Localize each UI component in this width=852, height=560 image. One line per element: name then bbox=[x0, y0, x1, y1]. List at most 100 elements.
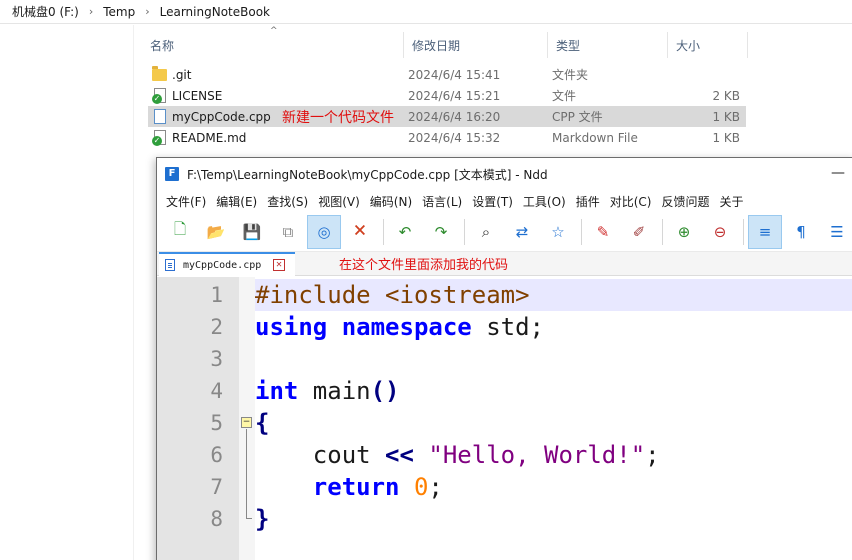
breadcrumb-drive[interactable]: 机械盘0 (F:) bbox=[8, 3, 83, 20]
toolbar-separator bbox=[464, 218, 465, 245]
code-text: { bbox=[255, 409, 270, 437]
ndd-editor-window: F F:\Temp\LearningNoteBook\myCppCode.cpp… bbox=[156, 157, 852, 560]
code-text: int main() bbox=[255, 375, 400, 407]
toolbar-separator bbox=[383, 218, 384, 245]
column-header-name[interactable]: 名称 ^ bbox=[142, 26, 404, 58]
open-folder-icon[interactable]: 📂 bbox=[199, 215, 233, 249]
git-synced-file-icon: ✓ bbox=[152, 87, 168, 104]
code-editor[interactable]: 1 #include <iostream> 2 using namespace … bbox=[157, 277, 852, 560]
line-number: 4 bbox=[210, 379, 223, 403]
menu-view[interactable]: 视图(V) bbox=[317, 193, 368, 210]
menu-encoding[interactable]: 编码(N) bbox=[369, 193, 420, 210]
menu-tools[interactable]: 工具(O) bbox=[522, 193, 574, 210]
git-synced-file-icon: ✓ bbox=[152, 129, 168, 146]
file-type: CPP 文件 bbox=[552, 110, 603, 124]
ndd-app-icon: F bbox=[165, 167, 179, 181]
menu-edit[interactable]: 编辑(E) bbox=[215, 193, 265, 210]
menu-search[interactable]: 查找(S) bbox=[266, 193, 316, 210]
menu-about[interactable]: 关于 bbox=[719, 193, 752, 210]
column-header-date-label: 修改日期 bbox=[412, 38, 461, 53]
file-size: 1 KB bbox=[712, 130, 740, 145]
code-line: 6 cout << "Hello, World!"; bbox=[157, 439, 852, 471]
file-type: 文件 bbox=[552, 89, 577, 103]
bookmark-icon[interactable]: ☆ bbox=[541, 215, 575, 249]
show-symbols-icon[interactable]: ¶ bbox=[784, 215, 818, 249]
keyword: using bbox=[255, 313, 328, 341]
file-row[interactable]: ✓ README.md 2024/6/4 15:32 Markdown File… bbox=[148, 127, 746, 148]
code-text: using namespace std; bbox=[255, 311, 544, 343]
toolbar-separator bbox=[743, 218, 744, 245]
menu-plugins[interactable]: 插件 bbox=[575, 193, 608, 210]
line-number: 7 bbox=[210, 475, 223, 499]
save-icon[interactable]: 💾 bbox=[235, 215, 269, 249]
string-literal: "Hello, World!" bbox=[428, 441, 646, 469]
redo-icon[interactable]: ↷ bbox=[424, 215, 458, 249]
menu-bar: 文件(F) 编辑(E) 查找(S) 视图(V) 编码(N) 语言(L) 设置(T… bbox=[157, 190, 852, 212]
indent-guide-icon[interactable]: ☰ bbox=[820, 215, 852, 249]
file-date: 2024/6/4 16:20 bbox=[408, 109, 501, 124]
auto-save-icon[interactable]: ◎ bbox=[307, 214, 341, 249]
window-title: F:\Temp\LearningNoteBook\myCppCode.cpp [… bbox=[187, 167, 548, 182]
file-row[interactable]: ✓ LICENSE 2024/6/4 15:21 文件 2 KB bbox=[148, 85, 746, 106]
zoom-in-icon[interactable]: ⊕ bbox=[667, 215, 701, 249]
toolbar-separator bbox=[662, 218, 663, 245]
close-file-icon[interactable]: 🗙 bbox=[343, 215, 377, 249]
menu-settings[interactable]: 设置(T) bbox=[471, 193, 521, 210]
fold-guide-line bbox=[246, 429, 247, 518]
code-token: << bbox=[385, 441, 414, 469]
breadcrumb-learningnotebook[interactable]: LearningNoteBook bbox=[156, 5, 274, 19]
mark-icon[interactable]: ✎ bbox=[586, 215, 620, 249]
code-token: ; bbox=[645, 441, 660, 469]
file-name: README.md bbox=[172, 130, 247, 145]
replace-icon[interactable]: ⇄ bbox=[505, 215, 539, 249]
column-header-type-label: 类型 bbox=[556, 38, 581, 53]
menu-file[interactable]: 文件(F) bbox=[165, 193, 214, 210]
column-headers: 名称 ^ 修改日期 类型 大小 bbox=[142, 26, 748, 58]
line-number: 6 bbox=[210, 443, 223, 467]
breadcrumb: 机械盘0 (F:) › Temp › LearningNoteBook bbox=[0, 0, 852, 24]
file-date: 2024/6/4 15:32 bbox=[408, 130, 501, 145]
sort-ascending-icon: ^ bbox=[270, 26, 278, 36]
breadcrumb-temp[interactable]: Temp bbox=[99, 5, 139, 19]
close-tab-icon[interactable]: ✕ bbox=[273, 259, 285, 271]
new-file-icon[interactable]: 🗋 bbox=[163, 215, 197, 249]
code-line: 5 − { bbox=[157, 407, 852, 439]
code-token: ; bbox=[428, 473, 443, 501]
line-number: 1 bbox=[210, 283, 223, 307]
file-row[interactable]: .git 2024/6/4 15:41 文件夹 bbox=[148, 64, 746, 85]
column-header-size[interactable]: 大小 bbox=[668, 32, 748, 58]
code-text: cout << "Hello, World!"; bbox=[255, 439, 660, 471]
code-token: () bbox=[370, 377, 400, 405]
menu-language[interactable]: 语言(L) bbox=[421, 193, 470, 210]
fold-toggle-icon[interactable]: − bbox=[241, 417, 252, 428]
code-token: cout bbox=[255, 441, 386, 469]
column-header-type[interactable]: 类型 bbox=[548, 32, 668, 58]
word-wrap-icon[interactable]: ≡ bbox=[748, 214, 782, 249]
find-icon[interactable]: ⌕ bbox=[469, 215, 503, 249]
file-date: 2024/6/4 15:41 bbox=[408, 67, 501, 82]
file-size: 2 KB bbox=[712, 88, 740, 103]
save-all-icon[interactable]: ⧉ bbox=[271, 215, 305, 249]
column-header-size-label: 大小 bbox=[676, 38, 701, 53]
keyword: namespace bbox=[341, 313, 472, 341]
file-size: 1 KB bbox=[712, 109, 740, 124]
tab-mycppcode[interactable]: myCppCode.cpp ✕ bbox=[159, 252, 295, 276]
add-code-annotation: 在这个文件里面添加我的代码 bbox=[339, 258, 509, 273]
minimize-button[interactable]: — bbox=[829, 164, 847, 182]
menu-compare[interactable]: 对比(C) bbox=[609, 193, 660, 210]
file-row-selected[interactable]: myCppCode.cpp 新建一个代码文件 2024/6/4 16:20 CP… bbox=[148, 106, 746, 127]
cpp-file-icon bbox=[152, 108, 168, 125]
line-number: 3 bbox=[210, 347, 223, 371]
clear-mark-icon[interactable]: ✐ bbox=[622, 215, 656, 249]
window-titlebar[interactable]: F F:\Temp\LearningNoteBook\myCppCode.cpp… bbox=[157, 158, 852, 190]
file-name: myCppCode.cpp bbox=[172, 109, 271, 124]
code-line: 8 } bbox=[157, 503, 852, 535]
menu-feedback[interactable]: 反馈问题 bbox=[660, 193, 717, 210]
zoom-out-icon[interactable]: ⊖ bbox=[703, 215, 737, 249]
chevron-right-icon[interactable]: › bbox=[139, 5, 155, 18]
undo-icon[interactable]: ↶ bbox=[388, 215, 422, 249]
chevron-right-icon[interactable]: › bbox=[83, 5, 99, 18]
line-number: 5 bbox=[210, 411, 223, 435]
keyword: int bbox=[255, 377, 299, 405]
column-header-date[interactable]: 修改日期 bbox=[404, 32, 548, 58]
